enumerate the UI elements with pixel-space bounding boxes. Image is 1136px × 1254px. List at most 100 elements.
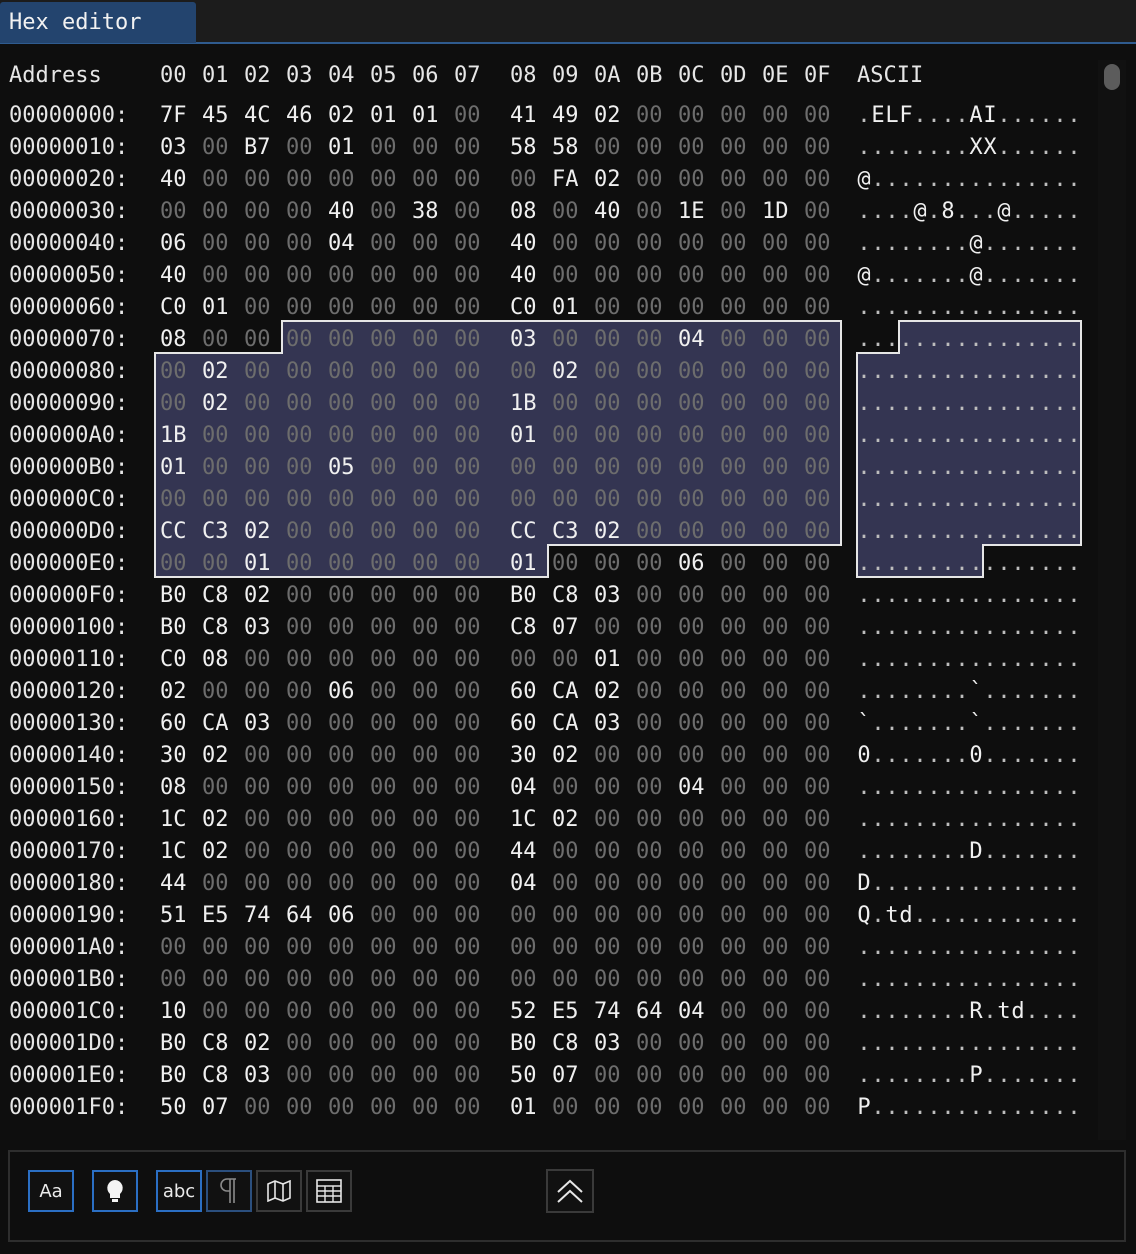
ascii-row[interactable]: D...............: [857, 868, 1081, 900]
hex-byte-cell[interactable]: 64: [636, 996, 663, 1028]
hex-byte-cell[interactable]: 00: [202, 452, 229, 484]
hex-byte-cell[interactable]: 00: [286, 804, 313, 836]
hex-byte-cell[interactable]: 00: [412, 580, 439, 612]
hex-byte-cell[interactable]: 00: [286, 964, 313, 996]
hex-byte-cell[interactable]: 00: [454, 452, 481, 484]
hex-byte-cell[interactable]: 00: [412, 740, 439, 772]
hex-byte-cell[interactable]: 00: [762, 164, 789, 196]
hex-byte-cell[interactable]: C8: [202, 1060, 229, 1092]
hex-byte-cell[interactable]: 00: [286, 324, 313, 356]
hex-byte-cell[interactable]: 00: [762, 356, 789, 388]
hex-byte-cell[interactable]: 46: [286, 100, 313, 132]
ascii-row[interactable]: `.......`.......: [857, 708, 1081, 740]
hex-byte-cell[interactable]: 00: [636, 836, 663, 868]
ascii-row[interactable]: ................: [857, 644, 1081, 676]
hex-byte-cell[interactable]: 00: [762, 388, 789, 420]
hex-byte-cell[interactable]: 03: [594, 1028, 621, 1060]
hex-byte-cell[interactable]: 00: [412, 932, 439, 964]
hex-byte-cell[interactable]: 00: [454, 580, 481, 612]
hex-byte-cell[interactable]: 00: [636, 484, 663, 516]
hex-byte-cell[interactable]: 00: [286, 1092, 313, 1124]
ascii-row[interactable]: P...............: [857, 1092, 1081, 1124]
hex-byte-cell[interactable]: 00: [594, 804, 621, 836]
hex-byte-cell[interactable]: 00: [594, 452, 621, 484]
hex-byte-cell[interactable]: B0: [510, 580, 537, 612]
hex-byte-cell[interactable]: 00: [762, 708, 789, 740]
hex-byte-cell[interactable]: 00: [454, 1092, 481, 1124]
hex-byte-cell[interactable]: 00: [286, 676, 313, 708]
hex-byte-cell[interactable]: 04: [678, 996, 705, 1028]
hex-byte-cell[interactable]: 40: [510, 260, 537, 292]
hex-byte-cell[interactable]: 03: [594, 580, 621, 612]
hex-byte-cell[interactable]: 00: [202, 772, 229, 804]
hex-byte-cell[interactable]: 00: [160, 932, 187, 964]
hex-byte-cell[interactable]: 40: [594, 196, 621, 228]
hex-byte-cell[interactable]: 00: [328, 612, 355, 644]
hex-byte-cell[interactable]: 00: [636, 132, 663, 164]
hex-byte-cell[interactable]: 00: [244, 356, 271, 388]
hex-byte-cell[interactable]: 00: [328, 548, 355, 580]
hex-byte-cell[interactable]: 00: [594, 420, 621, 452]
hex-byte-cell[interactable]: 00: [370, 452, 397, 484]
hex-byte-cell[interactable]: 00: [370, 932, 397, 964]
hex-byte-cell[interactable]: 00: [636, 1028, 663, 1060]
hex-byte-cell[interactable]: 00: [804, 964, 831, 996]
hex-byte-cell[interactable]: 00: [804, 612, 831, 644]
hex-byte-cell[interactable]: 00: [370, 708, 397, 740]
hex-byte-cell[interactable]: 00: [552, 228, 579, 260]
hex-byte-cell[interactable]: 00: [594, 932, 621, 964]
hex-byte-cell[interactable]: C8: [510, 612, 537, 644]
hex-byte-cell[interactable]: 51: [160, 900, 187, 932]
hex-byte-cell[interactable]: 02: [202, 388, 229, 420]
hex-byte-cell[interactable]: 40: [328, 196, 355, 228]
hex-byte-cell[interactable]: 00: [720, 612, 747, 644]
hex-byte-cell[interactable]: 00: [636, 324, 663, 356]
hex-byte-cell[interactable]: 00: [636, 516, 663, 548]
hex-byte-cell[interactable]: 1B: [160, 420, 187, 452]
hex-byte-cell[interactable]: CC: [160, 516, 187, 548]
hex-byte-cell[interactable]: 00: [552, 260, 579, 292]
hex-byte-cell[interactable]: 00: [454, 132, 481, 164]
hex-byte-cell[interactable]: 00: [454, 772, 481, 804]
hex-byte-cell[interactable]: 00: [762, 836, 789, 868]
hex-byte-cell[interactable]: 00: [286, 164, 313, 196]
hex-byte-cell[interactable]: 00: [328, 580, 355, 612]
hex-byte-cell[interactable]: 00: [328, 836, 355, 868]
hex-byte-cell[interactable]: 00: [636, 420, 663, 452]
hex-byte-cell[interactable]: 00: [720, 260, 747, 292]
ascii-row[interactable]: ................: [857, 1028, 1081, 1060]
hex-byte-cell[interactable]: 00: [678, 612, 705, 644]
hex-byte-cell[interactable]: 00: [370, 548, 397, 580]
hex-byte-cell[interactable]: 00: [370, 132, 397, 164]
hex-byte-cell[interactable]: 00: [594, 1060, 621, 1092]
hex-byte-cell[interactable]: 00: [454, 484, 481, 516]
hex-byte-cell[interactable]: 00: [454, 516, 481, 548]
hex-byte-cell[interactable]: 00: [244, 964, 271, 996]
hex-byte-cell[interactable]: 00: [202, 228, 229, 260]
hex-byte-cell[interactable]: 00: [328, 420, 355, 452]
hex-byte-cell[interactable]: 00: [594, 132, 621, 164]
hex-byte-cell[interactable]: 02: [552, 740, 579, 772]
ascii-row[interactable]: ....@.8...@.....: [857, 196, 1081, 228]
hex-byte-cell[interactable]: 00: [160, 356, 187, 388]
hex-byte-cell[interactable]: 00: [678, 708, 705, 740]
hex-byte-cell[interactable]: 00: [328, 388, 355, 420]
hex-byte-cell[interactable]: 00: [454, 324, 481, 356]
hex-byte-cell[interactable]: 00: [804, 388, 831, 420]
hex-byte-cell[interactable]: 00: [370, 580, 397, 612]
hex-byte-cell[interactable]: 00: [552, 484, 579, 516]
hex-byte-cell[interactable]: 00: [552, 868, 579, 900]
hex-byte-cell[interactable]: C8: [552, 1028, 579, 1060]
hex-byte-cell[interactable]: 02: [202, 356, 229, 388]
hex-byte-cell[interactable]: 00: [720, 644, 747, 676]
hex-byte-cell[interactable]: 00: [160, 196, 187, 228]
hex-byte-cell[interactable]: 00: [552, 452, 579, 484]
hex-byte-cell[interactable]: 01: [160, 452, 187, 484]
hex-byte-cell[interactable]: C8: [202, 1028, 229, 1060]
ascii-row[interactable]: ................: [857, 964, 1081, 996]
ascii-row[interactable]: ................: [857, 548, 1081, 580]
hex-byte-cell[interactable]: 00: [412, 132, 439, 164]
hex-byte-cell[interactable]: 00: [370, 260, 397, 292]
collapse-button[interactable]: [546, 1169, 594, 1213]
hex-byte-cell[interactable]: 00: [244, 196, 271, 228]
